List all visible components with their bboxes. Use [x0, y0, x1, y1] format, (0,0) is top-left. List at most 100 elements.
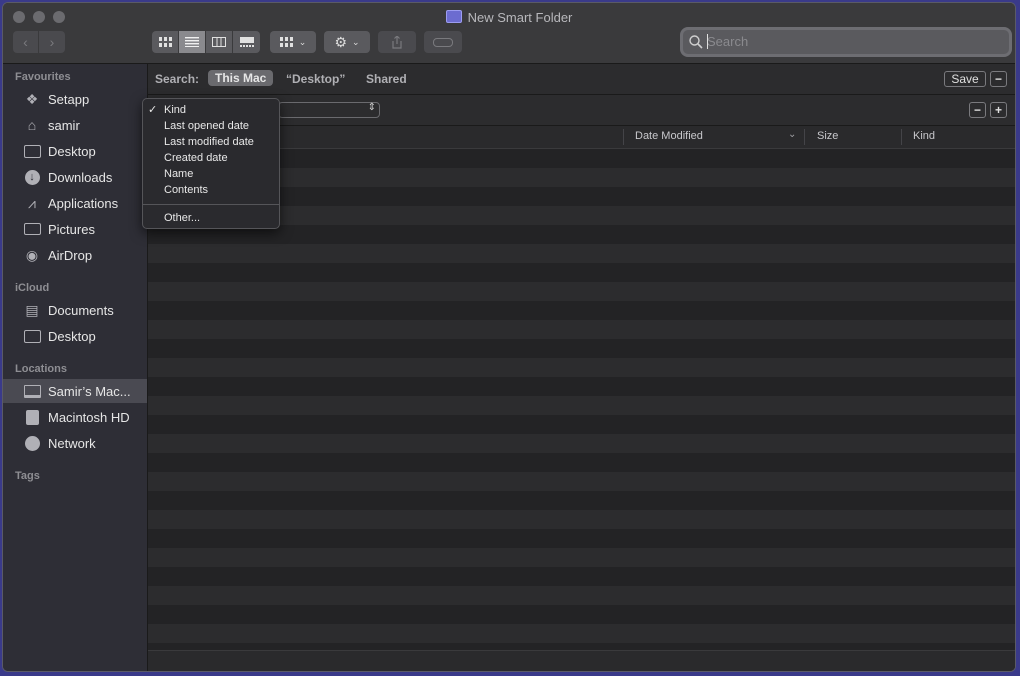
sidebar-item-label: Pictures: [48, 221, 95, 237]
empty-row: [148, 339, 1015, 358]
menu-item-label: Last modified date: [164, 136, 254, 148]
sidebar-item-desktop[interactable]: Desktop: [3, 139, 147, 163]
tag-icon: [433, 37, 453, 47]
sidebar-item-label: Desktop: [48, 328, 96, 344]
sidebar-item-applications[interactable]: ⩘ Applications: [3, 191, 147, 215]
gallery-view-button[interactable]: [233, 31, 260, 53]
checkmark-icon: ✓: [148, 104, 158, 116]
menu-item-label: Created date: [164, 152, 228, 164]
menu-item-label: Other...: [164, 212, 201, 224]
list-view-icon: [185, 37, 199, 47]
documents-icon: ▤: [25, 301, 39, 318]
column-view-icon: [212, 37, 226, 47]
applications-icon: ⩘: [28, 194, 36, 211]
share-button[interactable]: [378, 31, 416, 53]
menu-item-last-modified-date[interactable]: Last modified date: [143, 134, 279, 150]
list-view-button[interactable]: [179, 31, 206, 53]
menu-item-created-date[interactable]: Created date: [143, 150, 279, 166]
column-date-modified[interactable]: Date Modified: [635, 130, 703, 142]
menu-item-other[interactable]: Other...: [143, 210, 279, 226]
view-mode-segment: [152, 31, 260, 53]
empty-row: [148, 624, 1015, 643]
menu-item-kind[interactable]: ✓ Kind: [143, 102, 279, 118]
empty-row: [148, 415, 1015, 434]
tags-button[interactable]: [424, 31, 462, 53]
search-field[interactable]: Search: [683, 30, 1009, 54]
airdrop-icon: ◉: [25, 246, 39, 263]
search-icon: [689, 35, 703, 49]
menu-separator: [143, 204, 279, 205]
group-by-button[interactable]: ⌄: [270, 31, 316, 53]
menu-item-contents[interactable]: Contents: [143, 182, 279, 198]
criteria-popup[interactable]: ⇕: [278, 102, 380, 118]
group-grid-icon: [279, 37, 293, 47]
search-scope-bar: Search: This Mac “Desktop” Shared Save −: [148, 64, 1015, 95]
action-button[interactable]: ⚙ ⌄: [324, 31, 370, 53]
icon-view-button[interactable]: [152, 31, 179, 53]
menu-item-label: Kind: [164, 104, 187, 116]
sidebar-item-label: Downloads: [48, 169, 113, 185]
sidebar-item-icloud-desktop[interactable]: Desktop: [3, 324, 147, 348]
column-kind[interactable]: Kind: [913, 130, 935, 142]
back-button[interactable]: ‹: [13, 31, 40, 53]
sidebar-section-icloud: iCloud: [15, 282, 50, 294]
sidebar-section-favourites: Favourites: [15, 71, 71, 83]
menu-item-name[interactable]: Name: [143, 166, 279, 182]
toolbar: New Smart Folder ‹ › ⌄ ⚙ ⌄ Search: [3, 3, 1015, 64]
up-down-chevron-icon: ⇕: [367, 102, 376, 113]
empty-row: [148, 282, 1015, 301]
menu-item-label: Contents: [164, 184, 209, 196]
column-divider: [804, 129, 805, 145]
sidebar-item-samirs-mac[interactable]: Samir’s Mac...: [3, 379, 147, 403]
sidebar-item-network[interactable]: Network: [3, 431, 147, 455]
scope-this-mac[interactable]: This Mac: [208, 70, 274, 86]
sidebar-item-airdrop[interactable]: ◉ AirDrop: [3, 243, 147, 267]
empty-row: [148, 358, 1015, 377]
sidebar-item-label: Desktop: [48, 143, 96, 159]
forward-button[interactable]: ›: [39, 31, 65, 53]
search-scope-label: Search:: [155, 72, 200, 86]
sidebar-item-label: Network: [48, 435, 96, 451]
sidebar-item-label: Applications: [48, 195, 119, 211]
empty-row: [148, 453, 1015, 472]
add-criteria-button[interactable]: +: [990, 102, 1007, 118]
hard-drive-icon: [23, 408, 41, 426]
text-caret: [707, 34, 708, 49]
desktop-folder-icon: [23, 327, 41, 345]
sidebar-item-documents[interactable]: ▤ Documents: [3, 298, 147, 322]
scope-shared[interactable]: Shared: [366, 72, 407, 86]
sidebar-item-label: Documents: [48, 302, 114, 318]
sidebar-item-macintosh-hd[interactable]: Macintosh HD: [3, 405, 147, 429]
column-size[interactable]: Size: [817, 130, 838, 142]
empty-row: [148, 605, 1015, 624]
save-button[interactable]: Save: [944, 71, 986, 87]
remove-scope-button[interactable]: −: [990, 71, 1007, 87]
empty-row: [148, 377, 1015, 396]
sidebar-item-label: Setapp: [48, 91, 90, 107]
empty-row: [148, 244, 1015, 263]
sidebar-item-samir[interactable]: ⌂ samir: [3, 113, 147, 137]
window-title: New Smart Folder: [3, 10, 1015, 25]
empty-row: [148, 434, 1015, 453]
icon-view-icon: [158, 37, 172, 47]
scope-desktop[interactable]: “Desktop”: [286, 72, 345, 86]
setapp-icon: ❖: [25, 90, 39, 107]
empty-row: [148, 548, 1015, 567]
gear-icon: ⚙: [334, 33, 347, 50]
status-bar: [148, 650, 1015, 671]
empty-row: [148, 586, 1015, 605]
sidebar-section-locations: Locations: [15, 363, 67, 375]
desktop-folder-icon: [23, 142, 41, 160]
sidebar-item-setapp[interactable]: ❖ Setapp: [3, 87, 147, 111]
network-icon: [23, 434, 41, 452]
sidebar-item-pictures[interactable]: Pictures: [3, 217, 147, 241]
column-view-button[interactable]: [206, 31, 233, 53]
finder-window: New Smart Folder ‹ › ⌄ ⚙ ⌄ Search Favour…: [2, 2, 1016, 672]
menu-item-label: Name: [164, 168, 194, 180]
remove-criteria-button[interactable]: −: [969, 102, 986, 118]
sidebar-item-downloads[interactable]: ↓ Downloads: [3, 165, 147, 189]
menu-item-last-opened-date[interactable]: Last opened date: [143, 118, 279, 134]
laptop-icon: [23, 382, 41, 400]
empty-row: [148, 510, 1015, 529]
window-title-text: New Smart Folder: [467, 10, 573, 25]
